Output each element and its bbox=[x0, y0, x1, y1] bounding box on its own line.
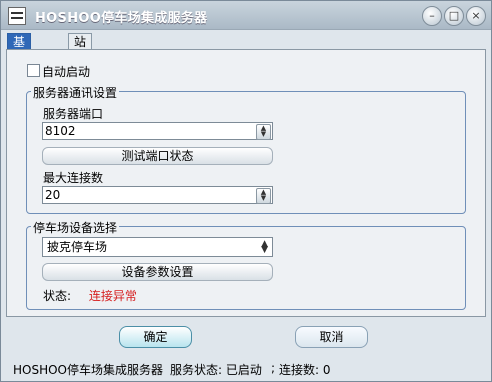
statusbar-separator: ; bbox=[151, 361, 156, 375]
port-label: 服务器端口 bbox=[43, 107, 104, 121]
app-icon bbox=[8, 7, 26, 25]
device-status-label: 状态: bbox=[43, 289, 72, 303]
status-bar: HOSHOO停车场集成服务器 ; 服务状态: 已启动 ; 连接数: 0 bbox=[1, 357, 491, 381]
auto-start-label: 自动启动 bbox=[42, 65, 91, 79]
server-comm-title: 服务器通讯设置 bbox=[31, 84, 120, 101]
max-connections-value: 20 bbox=[45, 188, 61, 202]
statusbar-app-name: HOSHOO停车场集成服务器 bbox=[13, 363, 164, 377]
tab-site-management[interactable]: 站点管理 bbox=[68, 33, 93, 97]
close-button[interactable]: × bbox=[466, 6, 486, 26]
ok-button[interactable]: 确定 bbox=[119, 326, 192, 348]
minimize-button[interactable]: – bbox=[422, 6, 442, 26]
cancel-button[interactable]: 取消 bbox=[295, 326, 368, 348]
window-title: HOSHOO停车场集成服务器 bbox=[35, 11, 208, 26]
select-updown-icon: ▲ ▼ bbox=[261, 239, 268, 255]
device-status-line: 状态: 连接异常 bbox=[43, 287, 137, 304]
tab-basic-settings[interactable]: 基本设置 bbox=[7, 33, 32, 97]
port-value: 8102 bbox=[45, 124, 76, 138]
device-select-value: 披克停车场 bbox=[47, 240, 108, 254]
max-connections-label: 最大连接数 bbox=[43, 171, 104, 185]
restore-button[interactable]: □ bbox=[444, 6, 464, 26]
statusbar-separator-2: ; bbox=[271, 361, 276, 375]
device-status-value: 连接异常 bbox=[88, 289, 137, 303]
test-port-button[interactable]: 测试端口状态 bbox=[42, 147, 273, 165]
device-select[interactable]: 披克停车场 ▲ ▼ bbox=[42, 237, 273, 257]
parking-device-title: 停车场设备选择 bbox=[31, 219, 120, 236]
max-connections-input[interactable]: 20 ▲ ▼ bbox=[42, 186, 273, 204]
device-params-button[interactable]: 设备参数设置 bbox=[42, 263, 273, 281]
auto-start-checkbox[interactable] bbox=[27, 64, 40, 77]
port-spinner-icon[interactable]: ▲ ▼ bbox=[256, 124, 271, 140]
port-input[interactable]: 8102 ▲ ▼ bbox=[42, 122, 273, 140]
statusbar-service-state: 服务状态: 已启动 bbox=[170, 363, 262, 377]
main-window: HOSHOO停车场集成服务器 – □ × 基本设置 站点管理 自动启动 服务器通… bbox=[0, 0, 492, 382]
title-bar[interactable]: HOSHOO停车场集成服务器 – □ × bbox=[1, 1, 491, 30]
statusbar-connections: 连接数: 0 bbox=[279, 363, 331, 377]
max-connections-spinner-icon[interactable]: ▲ ▼ bbox=[256, 188, 271, 204]
